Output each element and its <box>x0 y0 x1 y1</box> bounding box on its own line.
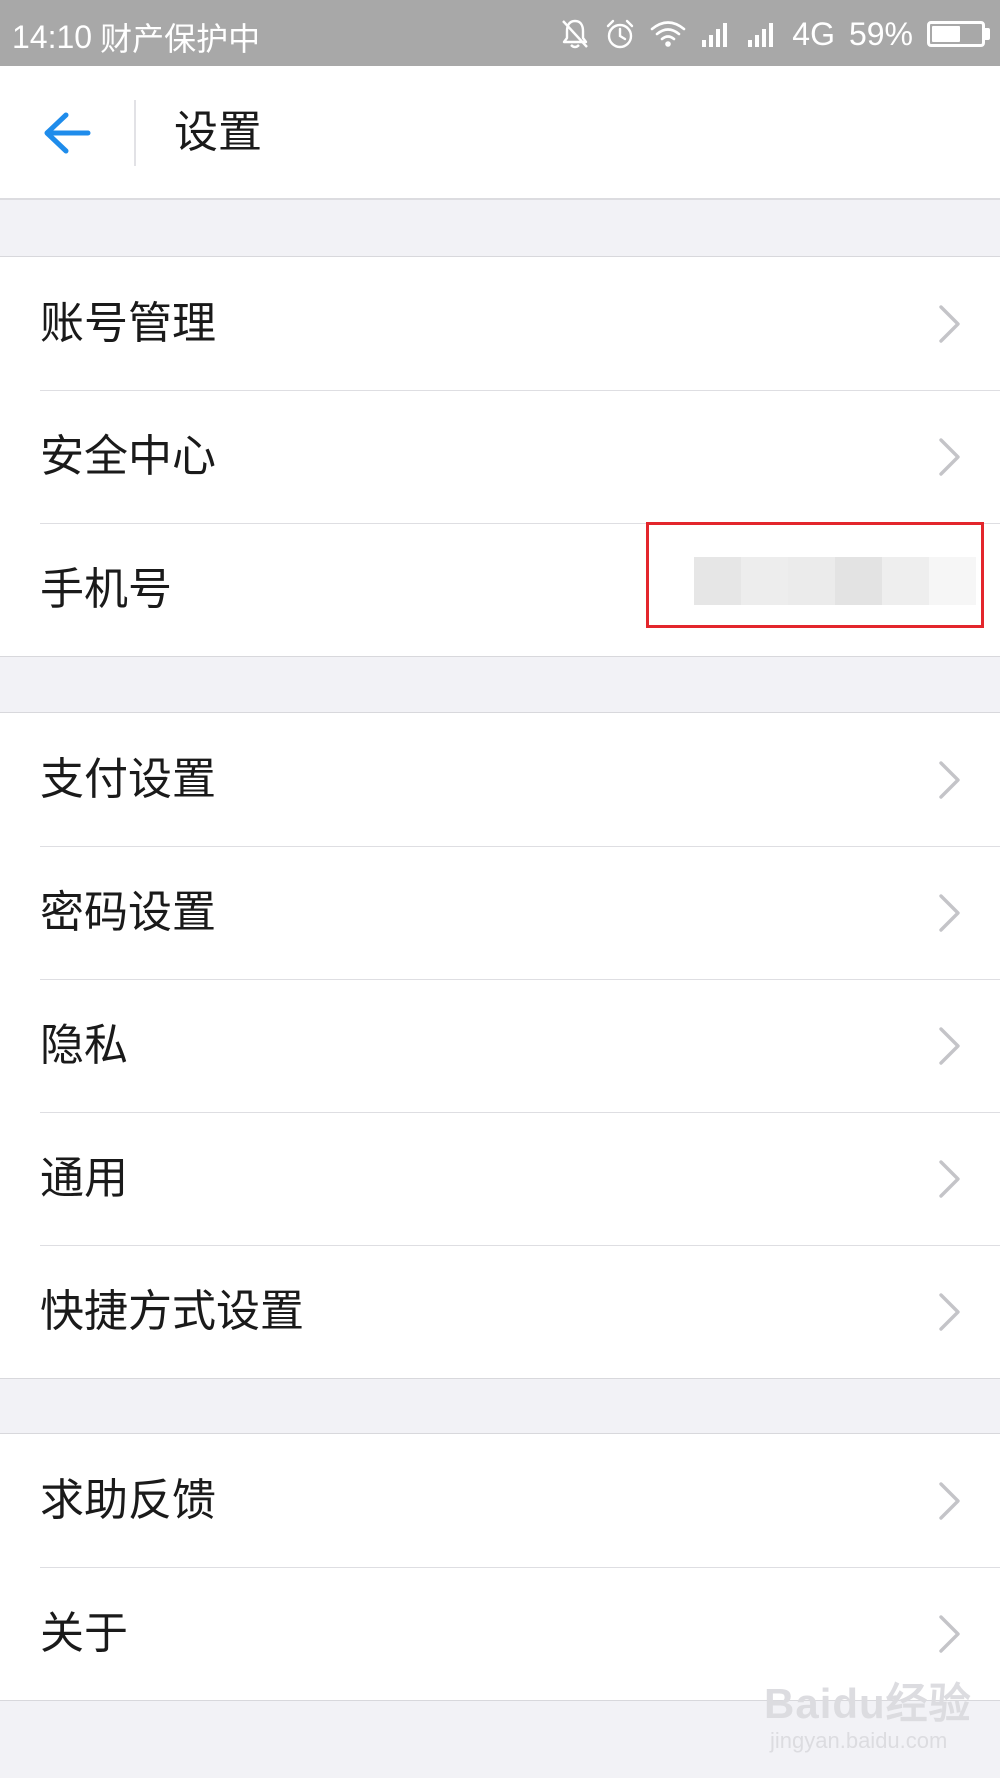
battery-percent: 59% <box>848 15 913 52</box>
phone-number-value-blurred <box>694 557 976 605</box>
blur-cell <box>788 557 835 605</box>
row-label: 关于 <box>40 1607 128 1659</box>
chevron-right-icon <box>939 1292 960 1331</box>
blur-cell <box>741 557 788 605</box>
chevron-right-icon <box>939 1026 960 1065</box>
battery-icon <box>927 21 990 47</box>
arrow-left-icon <box>44 112 91 154</box>
row-label: 支付设置 <box>40 753 216 805</box>
watermark-logo: Baidu经验 <box>764 1680 972 1727</box>
bell-muted-icon <box>560 18 590 50</box>
network-type: 4G <box>792 15 835 52</box>
nav-divider <box>134 100 136 166</box>
row-label: 隐私 <box>40 1019 128 1071</box>
status-right: 4G 59% <box>560 12 990 56</box>
chevron-right-icon <box>939 760 960 799</box>
settings-row-payment[interactable]: 支付设置 <box>0 713 1000 846</box>
status-notice: 财产保护中 <box>100 21 261 57</box>
status-bar: 14:10 财产保护中 4G 59% <box>0 0 1000 66</box>
battery-fill <box>932 26 961 42</box>
settings-row-privacy[interactable]: 隐私 <box>0 979 1000 1112</box>
signal-icon <box>746 20 778 48</box>
chevron-right-icon <box>939 1614 960 1653</box>
chevron-right-icon <box>939 893 960 932</box>
chevron-right-icon <box>939 437 960 476</box>
blur-cell <box>929 557 976 605</box>
page-title: 设置 <box>174 107 262 158</box>
settings-row-security-center[interactable]: 安全中心 <box>0 390 1000 523</box>
blur-cell <box>835 557 882 605</box>
blur-cell <box>882 557 929 605</box>
row-label: 快捷方式设置 <box>40 1285 304 1337</box>
watermark-url: jingyan.baidu.com <box>770 1728 948 1753</box>
alarm-icon <box>604 18 636 50</box>
wifi-icon <box>650 20 686 48</box>
battery-tip <box>985 28 990 40</box>
chevron-right-icon <box>939 1159 960 1198</box>
row-label: 账号管理 <box>40 297 216 349</box>
blur-cell <box>694 557 741 605</box>
settings-row-phone-number[interactable]: 手机号 <box>0 523 1000 656</box>
row-label: 密码设置 <box>40 886 216 938</box>
row-label: 求助反馈 <box>40 1474 216 1526</box>
chevron-right-icon <box>939 304 960 343</box>
settings-row-password[interactable]: 密码设置 <box>0 846 1000 979</box>
settings-group-account: 账号管理 安全中心 手机号 <box>0 256 1000 657</box>
chevron-right-icon <box>939 1481 960 1520</box>
status-time: 14:10 <box>12 18 93 55</box>
battery-body <box>927 21 985 47</box>
settings-group-general: 支付设置 密码设置 隐私 通用 快捷方式设置 <box>0 712 1000 1379</box>
baidu-watermark: Baidu经验 jingyan.baidu.com <box>760 1664 974 1764</box>
status-left: 14:10 财产保护中 <box>12 14 260 60</box>
settings-row-general[interactable]: 通用 <box>0 1112 1000 1245</box>
settings-row-feedback[interactable]: 求助反馈 <box>0 1434 1000 1567</box>
settings-group-help: 求助反馈 关于 <box>0 1433 1000 1701</box>
nav-bar: 设置 <box>0 66 1000 200</box>
settings-row-account-management[interactable]: 账号管理 <box>0 257 1000 390</box>
settings-row-shortcuts[interactable]: 快捷方式设置 <box>0 1245 1000 1378</box>
back-button[interactable] <box>22 94 112 172</box>
row-label: 通用 <box>40 1152 128 1204</box>
signal-icon <box>700 20 732 48</box>
row-label: 安全中心 <box>40 430 216 482</box>
row-label: 手机号 <box>40 563 172 615</box>
